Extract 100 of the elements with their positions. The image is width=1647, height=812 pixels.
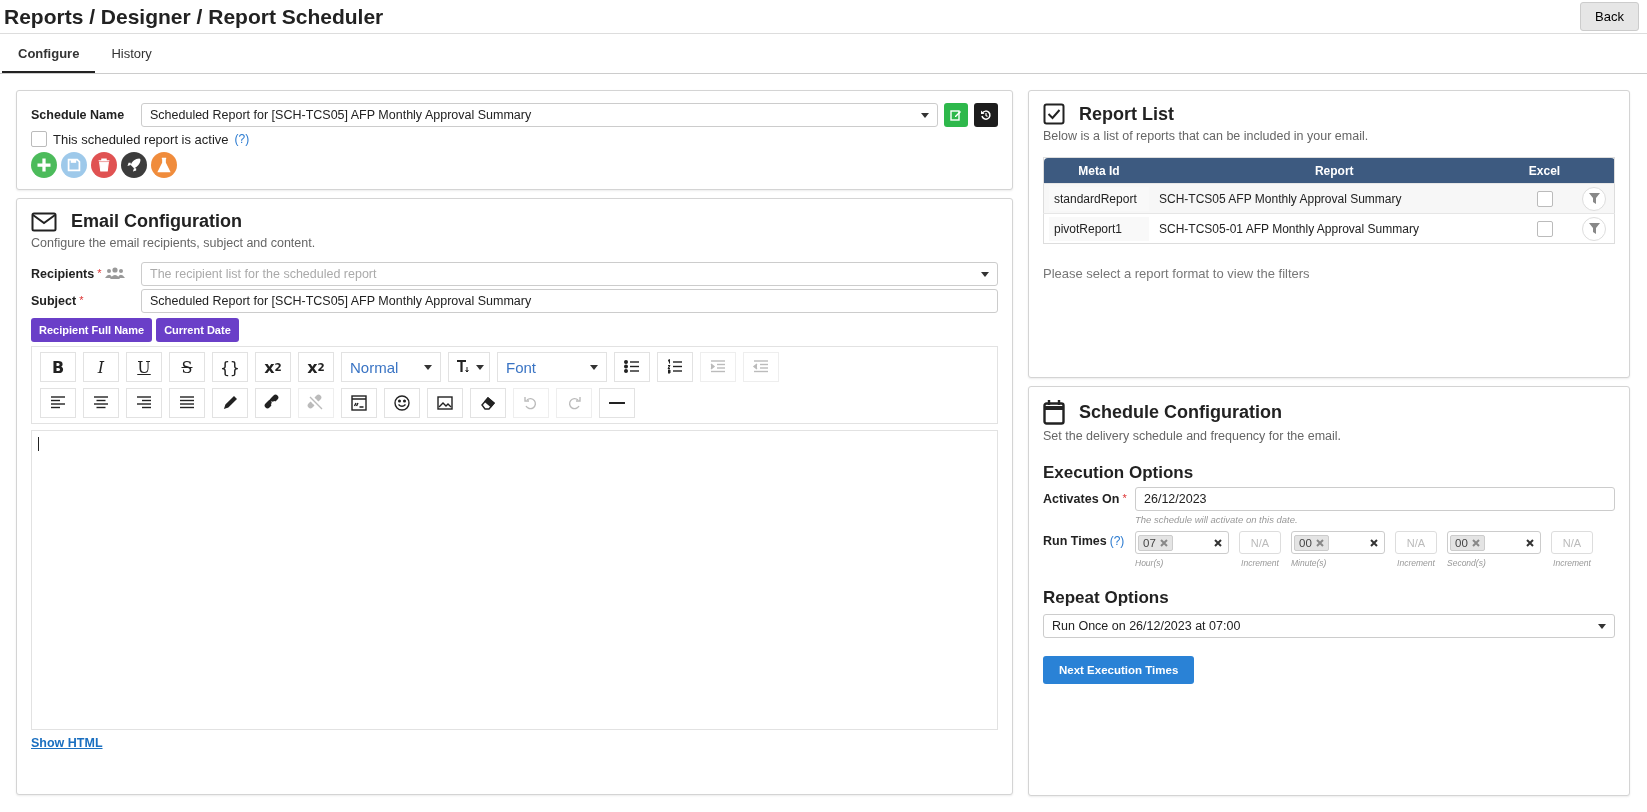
- column-header: Report: [1154, 157, 1515, 184]
- field-label: Activates On: [1043, 492, 1120, 506]
- people-icon: [104, 267, 125, 279]
- info-text: Please select a report format to view the filters: [1043, 266, 1311, 281]
- align-left-button[interactable]: [40, 388, 76, 418]
- date-field[interactable]: 26/12/2023: [1135, 487, 1615, 511]
- clear-icon: [1315, 538, 1324, 547]
- link-button[interactable]: [255, 388, 291, 418]
- format-dropdown[interactable]: Normal: [341, 352, 441, 382]
- underline-button[interactable]: U: [126, 352, 162, 382]
- history-button[interactable]: [974, 103, 998, 127]
- eraser-icon: [479, 394, 497, 412]
- clear-icon: [1471, 538, 1480, 547]
- envelope-icon: [31, 211, 57, 232]
- eraser-button[interactable]: [470, 388, 506, 418]
- required-mark: *: [79, 294, 84, 306]
- time-select[interactable]: 00: [1447, 531, 1541, 554]
- filter-icon: [1588, 223, 1600, 234]
- table-cell: pivotReport1: [1049, 216, 1149, 241]
- show-html-link[interactable]: Show HTML: [31, 736, 103, 750]
- field-caption: Increment: [1241, 558, 1279, 568]
- increment-field[interactable]: N/A: [1239, 531, 1281, 554]
- section-subtitle: Configure the email recipients, subject and content.: [31, 236, 317, 250]
- numbered-list-icon: [666, 358, 684, 376]
- caret-icon: [424, 364, 432, 370]
- code-block-button[interactable]: [341, 388, 377, 418]
- next-execution-button[interactable]: Next Execution Times: [1043, 656, 1195, 684]
- filter-button[interactable]: [1582, 216, 1607, 241]
- bullet-list-icon: [623, 358, 641, 376]
- horizontal-rule-button[interactable]: [599, 388, 635, 418]
- superscript-button[interactable]: x$^{2}$: [255, 352, 291, 382]
- edit-icon: [950, 109, 962, 121]
- text-size-button[interactable]: [448, 352, 490, 382]
- section-subtitle: Set the delivery schedule and frequency for the email.: [1043, 429, 1343, 443]
- trash-button[interactable]: [91, 152, 117, 178]
- bold-button[interactable]: B: [40, 352, 76, 382]
- checkbox-label: This scheduled report is active: [53, 131, 229, 147]
- tab[interactable]: Configure: [2, 34, 96, 73]
- field-caption: Increment: [1397, 558, 1435, 568]
- section-title: Schedule Configuration: [1079, 401, 1282, 423]
- filter-button[interactable]: [1582, 186, 1607, 211]
- pen-button[interactable]: [212, 388, 248, 418]
- increment-field[interactable]: N/A: [1395, 531, 1437, 554]
- back-button[interactable]: Back: [1580, 2, 1639, 31]
- tab[interactable]: History: [95, 34, 168, 73]
- field-caption: Increment: [1553, 558, 1591, 568]
- format-dropdown[interactable]: Font: [497, 352, 607, 382]
- field-caption: Hour(s): [1135, 558, 1165, 568]
- caret-icon: [921, 112, 929, 118]
- time-select[interactable]: 07: [1135, 531, 1229, 554]
- token-button[interactable]: Current Date: [156, 318, 239, 342]
- filter-icon: [1588, 193, 1600, 204]
- table-cell: SCH-TCS05-01 AFP Monthly Approval Summary: [1159, 221, 1419, 236]
- column-header: Meta Id: [1043, 157, 1154, 184]
- align-center-button[interactable]: [83, 388, 119, 418]
- subject-field[interactable]: Scheduled Report for [SCH-TCS05] AFP Monthly Approval Summary: [141, 289, 998, 313]
- required-mark: *: [1122, 492, 1127, 506]
- bullet-list-button[interactable]: [614, 352, 650, 382]
- excel-checkbox[interactable]: [1536, 220, 1553, 237]
- clear-icon: [1526, 538, 1534, 547]
- checkbox-icon: [1043, 103, 1065, 125]
- clear-icon: [1370, 538, 1378, 547]
- increment-field[interactable]: N/A: [1551, 531, 1593, 554]
- field-label: Run Times: [1043, 534, 1107, 548]
- field-hint: The schedule will activate on this date.: [1135, 514, 1299, 525]
- help-link[interactable]: (?): [234, 132, 250, 146]
- align-right-button[interactable]: [126, 388, 162, 418]
- numbered-list-button[interactable]: [657, 352, 693, 382]
- page-title: Reports / Designer / Report Scheduler: [4, 4, 384, 29]
- field-caption: Second(s): [1447, 558, 1487, 568]
- strikethrough-button[interactable]: S: [169, 352, 205, 382]
- caret-icon: [1598, 623, 1606, 629]
- caret-icon: [981, 271, 989, 277]
- field-label: Schedule Name: [31, 108, 126, 122]
- help-link[interactable]: (?): [1109, 534, 1125, 548]
- italic-button[interactable]: I: [83, 352, 119, 382]
- selected-tag[interactable]: 00: [1450, 534, 1485, 551]
- section-title: Report List: [1079, 103, 1174, 125]
- caret-icon: [475, 364, 484, 370]
- repeat-dropdown[interactable]: Run Once on 26/12/2023 at 07:00: [1043, 614, 1615, 638]
- subsection-title: Repeat Options: [1043, 588, 1170, 608]
- selected-tag[interactable]: 00: [1294, 534, 1329, 551]
- excel-checkbox[interactable]: [1536, 190, 1553, 207]
- active-checkbox[interactable]: [31, 131, 47, 147]
- unlink-icon: [307, 394, 325, 412]
- justify-button[interactable]: [169, 388, 205, 418]
- token-button[interactable]: Recipient Full Name: [31, 318, 153, 342]
- column-header: Excel: [1514, 157, 1575, 184]
- required-mark: *: [97, 267, 102, 279]
- caret-icon: [590, 364, 598, 370]
- horizontal-rule-icon: [609, 401, 625, 405]
- schedule-dropdown[interactable]: Scheduled Report for [SCH-TCS05] AFP Monthly Approval Summary: [141, 103, 938, 127]
- selected-tag[interactable]: 07: [1138, 534, 1173, 551]
- image-icon: [436, 394, 454, 412]
- code-button[interactable]: {}: [212, 352, 248, 382]
- emoji-button[interactable]: [384, 388, 420, 418]
- history-icon: [980, 109, 992, 121]
- time-select[interactable]: 00: [1291, 531, 1385, 554]
- image-button[interactable]: [427, 388, 463, 418]
- rocket-button[interactable]: [121, 152, 147, 178]
